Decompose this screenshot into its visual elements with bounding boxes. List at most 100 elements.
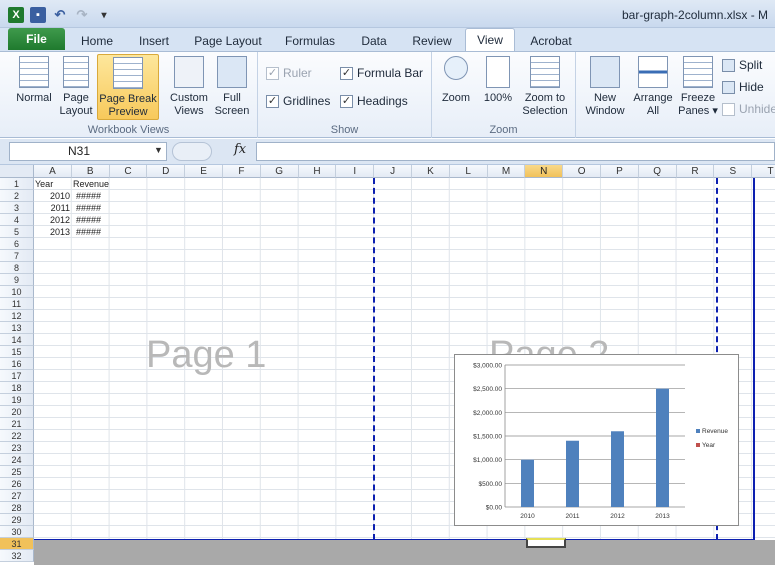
row-header-6[interactable]: 6 xyxy=(0,238,34,250)
freeze-panes-button[interactable]: Freeze Panes ▾ xyxy=(676,56,720,118)
row-header-21[interactable]: 21 xyxy=(0,418,34,430)
insert-function-icon[interactable]: fx xyxy=(234,142,246,157)
column-header-m[interactable]: M xyxy=(487,165,526,178)
formula-bar-toggle[interactable] xyxy=(172,142,212,161)
excel-icon[interactable]: X xyxy=(8,7,24,23)
column-header-q[interactable]: Q xyxy=(638,165,677,178)
row-header-18[interactable]: 18 xyxy=(0,382,34,394)
column-header-t[interactable]: T xyxy=(752,165,775,178)
tab-acrobat[interactable]: Acrobat xyxy=(521,30,581,52)
hide-button[interactable]: Hide xyxy=(722,80,764,94)
column-header-e[interactable]: E xyxy=(185,165,223,178)
headings-checkbox[interactable]: ✓ Headings xyxy=(340,94,408,108)
legend-label-year: Year xyxy=(702,442,716,449)
custom-views-button[interactable]: Custom Views xyxy=(166,56,212,118)
name-box[interactable]: N31 xyxy=(9,142,167,161)
group-label-workbook-views: Workbook Views xyxy=(87,124,170,136)
row-header-27[interactable]: 27 xyxy=(0,490,34,502)
select-all-corner[interactable] xyxy=(0,165,34,178)
zoom-button[interactable]: Zoom xyxy=(438,56,474,105)
row-header-3[interactable]: 3 xyxy=(0,202,34,214)
column-header-r[interactable]: R xyxy=(676,165,715,178)
row-header-8[interactable]: 8 xyxy=(0,262,34,274)
split-button[interactable]: Split xyxy=(722,58,762,72)
column-header-a[interactable]: A xyxy=(34,165,72,178)
row-header-29[interactable]: 29 xyxy=(0,514,34,526)
tab-formulas[interactable]: Formulas xyxy=(276,30,344,52)
column-header-o[interactable]: O xyxy=(563,165,601,178)
quick-access-toolbar: X ▪ ↶ ↷ ▾ xyxy=(8,5,112,25)
row-header-4[interactable]: 4 xyxy=(0,214,34,226)
row-header-31[interactable]: 31 xyxy=(0,538,34,550)
row-header-20[interactable]: 20 xyxy=(0,406,34,418)
bar-2012 xyxy=(611,431,624,507)
split-icon xyxy=(722,58,735,72)
tab-page-layout[interactable]: Page Layout xyxy=(186,30,270,52)
row-header-22[interactable]: 22 xyxy=(0,430,34,442)
arrange-all-button[interactable]: Arrange All xyxy=(630,56,676,118)
active-cell-n31[interactable] xyxy=(526,538,566,548)
row-header-14[interactable]: 14 xyxy=(0,334,34,346)
page-break-preview-button[interactable]: Page Break Preview xyxy=(97,54,159,120)
save-icon[interactable]: ▪ xyxy=(30,7,46,23)
tab-insert[interactable]: Insert xyxy=(128,30,180,52)
unhide-button[interactable]: Unhide xyxy=(722,102,775,116)
customize-qat-icon[interactable]: ▾ xyxy=(96,7,112,23)
zoom-to-selection-button[interactable]: Zoom to Selection xyxy=(518,56,572,118)
tab-home[interactable]: Home xyxy=(70,30,124,52)
gridlines-check-icon: ✓ xyxy=(266,94,279,108)
row-header-26[interactable]: 26 xyxy=(0,478,34,490)
column-header-i[interactable]: I xyxy=(336,165,375,178)
column-header-k[interactable]: K xyxy=(412,165,450,178)
full-screen-button[interactable]: Full Screen xyxy=(212,56,252,118)
name-box-dropdown-icon[interactable]: ▼ xyxy=(154,145,163,155)
column-header-j[interactable]: J xyxy=(374,165,412,178)
column-header-d[interactable]: D xyxy=(147,165,186,178)
row-header-32[interactable]: 32 xyxy=(0,550,34,562)
row-header-24[interactable]: 24 xyxy=(0,454,34,466)
row-header-25[interactable]: 25 xyxy=(0,466,34,478)
ruler-checkbox[interactable]: ✓ Ruler xyxy=(266,66,312,80)
formula-input[interactable] xyxy=(256,142,775,161)
row-header-10[interactable]: 10 xyxy=(0,286,34,298)
column-header-g[interactable]: G xyxy=(260,165,299,178)
column-header-p[interactable]: P xyxy=(601,165,639,178)
column-header-n[interactable]: N xyxy=(525,165,564,178)
column-header-h[interactable]: H xyxy=(298,165,337,178)
row-header-15[interactable]: 15 xyxy=(0,346,34,358)
row-header-13[interactable]: 13 xyxy=(0,322,34,334)
row-header-5[interactable]: 5 xyxy=(0,226,34,238)
full-screen-icon xyxy=(217,56,247,88)
column-header-s[interactable]: S xyxy=(714,165,753,178)
row-header-11[interactable]: 11 xyxy=(0,298,34,310)
row-header-2[interactable]: 2 xyxy=(0,190,34,202)
column-header-c[interactable]: C xyxy=(109,165,148,178)
row-header-30[interactable]: 30 xyxy=(0,526,34,538)
gridlines-checkbox[interactable]: ✓ Gridlines xyxy=(266,94,330,108)
row-header-19[interactable]: 19 xyxy=(0,394,34,406)
column-header-b[interactable]: B xyxy=(71,165,110,178)
tab-file[interactable]: File xyxy=(8,28,65,50)
tab-review[interactable]: Review xyxy=(404,30,460,52)
row-header-17[interactable]: 17 xyxy=(0,370,34,382)
formula-bar-checkbox[interactable]: ✓ Formula Bar xyxy=(340,66,423,80)
row-header-28[interactable]: 28 xyxy=(0,502,34,514)
tab-data[interactable]: Data xyxy=(350,30,398,52)
column-header-f[interactable]: F xyxy=(223,165,261,178)
row-header-9[interactable]: 9 xyxy=(0,274,34,286)
row-header-16[interactable]: 16 xyxy=(0,358,34,370)
page-layout-view-button[interactable]: Page Layout xyxy=(56,56,96,118)
new-window-button[interactable]: New Window xyxy=(580,56,630,118)
row-header-23[interactable]: 23 xyxy=(0,442,34,454)
row-header-12[interactable]: 12 xyxy=(0,310,34,322)
ribbon: Normal Page Layout Page Break Preview Cu… xyxy=(0,51,775,138)
undo-icon[interactable]: ↶ xyxy=(52,7,68,23)
normal-view-button[interactable]: Normal xyxy=(12,56,56,105)
tab-view[interactable]: View xyxy=(465,28,515,52)
column-header-l[interactable]: L xyxy=(449,165,488,178)
row-header-1[interactable]: 1 xyxy=(0,178,34,190)
zoom-100-button[interactable]: 100% xyxy=(480,56,516,105)
row-header-7[interactable]: 7 xyxy=(0,250,34,262)
redo-icon[interactable]: ↷ xyxy=(74,7,90,23)
embedded-chart[interactable]: $0.00 $500.00 $1,000.00 $1,500.00 $2,000.00 $… xyxy=(454,354,739,526)
